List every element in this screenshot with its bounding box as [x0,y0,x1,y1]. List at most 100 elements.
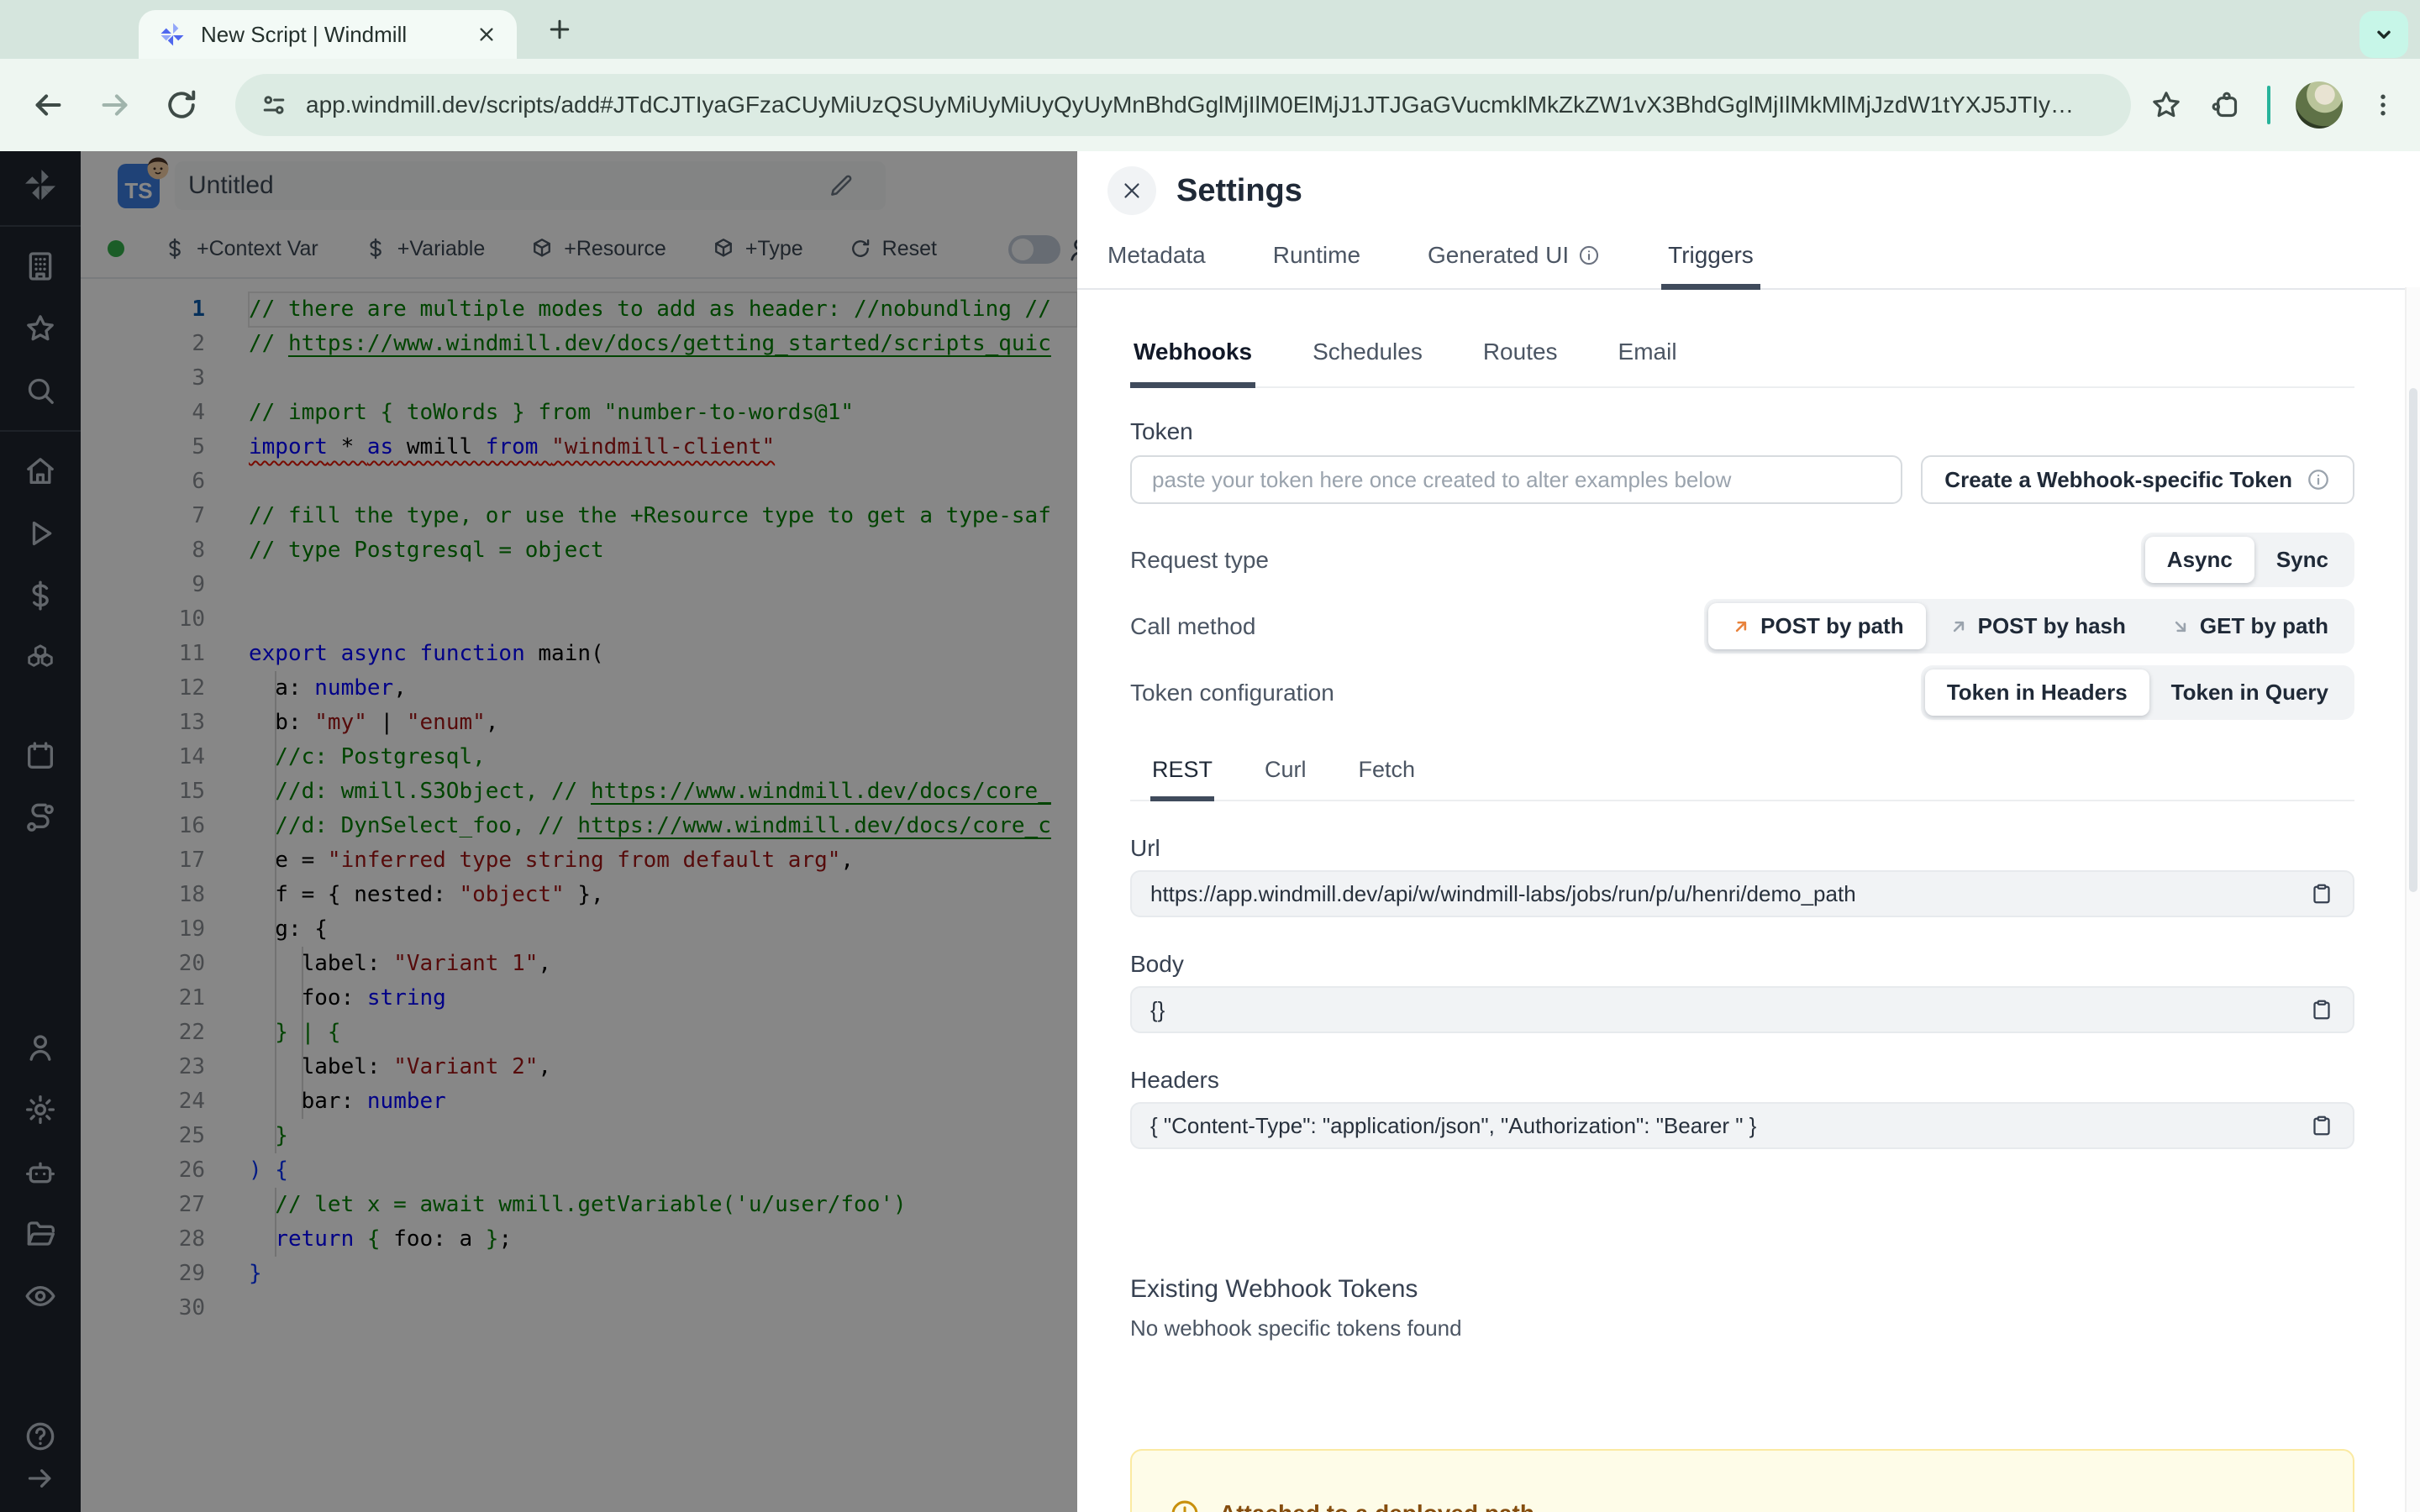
tab-search-chevron-icon[interactable] [2360,11,2408,58]
option-label: POST by path [1760,613,1904,638]
alert-circle-icon [1169,1498,1201,1512]
new-tab-plus-icon[interactable] [544,14,575,45]
token-config-row: Token configuration Token in Headers Toke… [1130,665,2354,720]
body-value: {} [1150,996,1165,1022]
snippet-tab-rest[interactable]: REST [1150,757,1215,801]
tab-label: Generated UI [1428,242,1570,268]
menu-kebab-icon[interactable] [2368,90,2398,120]
trigger-tab-email[interactable]: Email [1615,339,1681,388]
deployed-path-warning: Attached to a deployed path The webhooks… [1130,1449,2354,1512]
profile-divider [2267,86,2270,124]
tab-close-icon[interactable] [475,23,498,46]
option-label: POST by hash [1977,613,2126,638]
tab-title: New Script | Windmill [201,21,408,47]
body-field[interactable]: {} [1130,986,2354,1033]
call-method-row: Call method POST by path POST by hash GET … [1130,599,2354,654]
browser-tab[interactable]: New Script | Windmill [139,10,517,59]
url-text[interactable]: app.windmill.dev/scripts/add#JTdCJTIyaGF… [306,92,2074,118]
screen: New Script | Windmill app.windmill.dev/s… [0,0,2420,1512]
call-method-segmented: POST by path POST by hash GET by path [1704,599,2354,654]
settings-tabs: Metadata Runtime Generated UI Triggers [1077,230,2420,290]
request-type-segmented: Async Sync [2140,533,2354,587]
extensions-icon[interactable] [2208,88,2242,122]
browser-tab-strip: New Script | Windmill [0,0,2420,59]
call-method-label: Call method [1130,612,1256,639]
snippet-tab-fetch[interactable]: Fetch [1357,757,1418,801]
arrow-up-right-icon [1948,616,1970,638]
drawer-backdrop[interactable] [0,151,1077,1512]
settings-drawer: Settings Metadata Runtime Generated UI Trig… [1077,151,2420,1512]
option-post-by-path[interactable]: POST by path [1708,603,1926,649]
close-icon[interactable] [1107,166,1156,215]
warning-header: Attached to a deployed path [1169,1498,2316,1512]
bookmark-star-icon[interactable] [2149,88,2183,122]
tab-runtime[interactable]: Runtime [1266,230,1367,290]
option-label: GET by path [2199,613,2328,638]
copy-icon[interactable] [2309,1113,2334,1138]
existing-tokens-empty: No webhook specific tokens found [1130,1315,1462,1341]
token-label: Token [1130,418,1193,444]
tab-generated-ui[interactable]: Generated UI [1421,230,1607,290]
tab-label: Triggers [1668,242,1754,268]
windmill-favicon-icon [157,19,187,50]
copy-icon[interactable] [2309,881,2334,906]
info-icon[interactable] [1577,244,1601,267]
trigger-tab-routes[interactable]: Routes [1480,339,1561,388]
token-input[interactable] [1130,455,1903,504]
reload-icon[interactable] [163,87,200,123]
url-bar[interactable]: app.windmill.dev/scripts/add#JTdCJTIyaGF… [235,74,2131,136]
panel-scrollbar-thumb[interactable] [2409,388,2417,892]
request-type-label: Request type [1130,546,1269,573]
settings-body: Webhooks Schedules Routes Email Token Creat… [1077,290,2420,1512]
option-token-in-query[interactable]: Token in Query [2149,669,2350,716]
warning-title: Attached to a deployed path [1219,1500,1534,1512]
snippet-tab-curl[interactable]: Curl [1263,757,1308,801]
arrow-up-right-icon [1730,616,1752,638]
tune-icon[interactable] [259,90,289,120]
token-config-label: Token configuration [1130,679,1334,706]
snippet-tabs: REST Curl Fetch [1130,757,2354,801]
trigger-tab-webhooks[interactable]: Webhooks [1130,339,1256,388]
request-type-row: Request type Async Sync [1130,533,2354,587]
tab-label: Runtime [1272,242,1361,268]
create-webhook-token-button[interactable]: Create a Webhook-specific Token [1921,455,2354,504]
settings-title: Settings [1176,172,1302,208]
url-label: Url [1130,835,1160,861]
option-get-by-path[interactable]: GET by path [2148,603,2350,649]
trigger-tabs: Webhooks Schedules Routes Email [1130,339,2354,388]
option-label: Async [2166,547,2233,572]
panel-scrollbar[interactable] [2405,287,2420,1512]
create-webhook-token-label: Create a Webhook-specific Token [1944,466,2292,492]
url-value: https://app.windmill.dev/api/w/windmill-… [1150,880,1856,906]
browser-toolbar: app.windmill.dev/scripts/add#JTdCJTIyaGF… [0,59,2420,151]
body-label: Body [1130,951,1184,977]
copy-icon[interactable] [2309,997,2334,1022]
option-token-in-headers[interactable]: Token in Headers [1924,669,2149,716]
option-label: Sync [2275,547,2328,572]
option-async[interactable]: Async [2144,537,2254,583]
tab-metadata[interactable]: Metadata [1101,230,1213,290]
trigger-tab-schedules[interactable]: Schedules [1309,339,1426,388]
tab-label: Metadata [1107,242,1206,268]
snippet-fields: Url https://app.windmill.dev/api/w/windmi… [1130,835,2354,1149]
headers-value: { "Content-Type": "application/json", "A… [1150,1112,1757,1138]
option-label: Token in Query [2170,680,2328,705]
existing-tokens-title: Existing Webhook Tokens [1130,1275,1418,1303]
app-frame: TS Untitled +Context Var +Variable +Resour… [0,151,2420,1512]
tab-triggers[interactable]: Triggers [1661,230,1760,290]
headers-field[interactable]: { "Content-Type": "application/json", "A… [1130,1102,2354,1149]
profile-avatar[interactable] [2296,81,2343,129]
option-sync[interactable]: Sync [2254,537,2350,583]
token-config-segmented: Token in Headers Token in Query [1920,665,2354,720]
token-row: Create a Webhook-specific Token [1130,455,2354,504]
option-post-by-hash[interactable]: POST by hash [1926,603,2148,649]
info-icon[interactable] [2306,467,2331,492]
toolbar-right [2149,81,2398,129]
back-icon[interactable] [29,86,67,124]
settings-header: Settings [1077,151,2420,230]
arrow-down-right-icon [2170,616,2191,638]
option-label: Token in Headers [1946,680,2128,705]
forward-icon [96,86,134,124]
headers-label: Headers [1130,1067,1219,1093]
url-field[interactable]: https://app.windmill.dev/api/w/windmill-… [1130,870,2354,917]
